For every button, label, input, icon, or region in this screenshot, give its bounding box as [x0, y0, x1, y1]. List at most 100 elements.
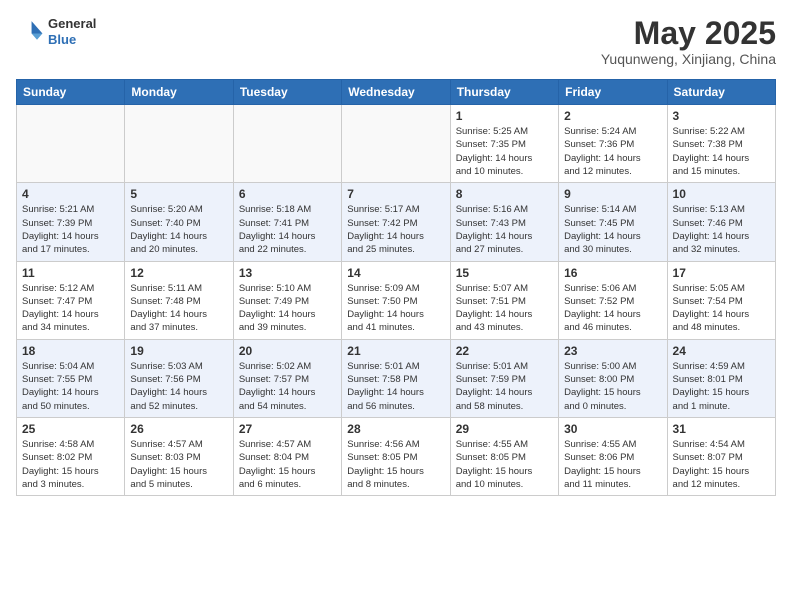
day-number: 12 [130, 266, 227, 280]
day-detail: Sunrise: 5:14 AM Sunset: 7:45 PM Dayligh… [564, 203, 661, 256]
day-cell: 28 Sunrise: 4:56 AM Sunset: 8:05 PM Dayli… [342, 417, 450, 495]
day-detail: Sunrise: 4:59 AM Sunset: 8:01 PM Dayligh… [673, 360, 770, 413]
logo-icon [16, 18, 44, 46]
title-area: May 2025 Yuqunweng, Xinjiang, China [601, 16, 776, 67]
day-detail: Sunrise: 5:01 AM Sunset: 7:58 PM Dayligh… [347, 360, 444, 413]
weekday-header-wednesday: Wednesday [342, 80, 450, 105]
weekday-header-sunday: Sunday [17, 80, 125, 105]
day-detail: Sunrise: 5:06 AM Sunset: 7:52 PM Dayligh… [564, 282, 661, 335]
logo-line2: Blue [48, 32, 96, 48]
day-detail: Sunrise: 4:57 AM Sunset: 8:04 PM Dayligh… [239, 438, 336, 491]
day-detail: Sunrise: 5:16 AM Sunset: 7:43 PM Dayligh… [456, 203, 553, 256]
day-number: 6 [239, 187, 336, 201]
day-number: 10 [673, 187, 770, 201]
day-detail: Sunrise: 5:22 AM Sunset: 7:38 PM Dayligh… [673, 125, 770, 178]
day-number: 31 [673, 422, 770, 436]
day-cell: 3 Sunrise: 5:22 AM Sunset: 7:38 PM Daylig… [667, 105, 775, 183]
day-cell: 8Sunrise: 5:16 AM Sunset: 7:43 PM Daylig… [450, 183, 558, 261]
day-detail: Sunrise: 4:54 AM Sunset: 8:07 PM Dayligh… [673, 438, 770, 491]
day-number: 28 [347, 422, 444, 436]
day-number: 14 [347, 266, 444, 280]
day-number: 29 [456, 422, 553, 436]
day-cell: 12Sunrise: 5:11 AM Sunset: 7:48 PM Dayli… [125, 261, 233, 339]
day-detail: Sunrise: 4:55 AM Sunset: 8:05 PM Dayligh… [456, 438, 553, 491]
logo-line1: General [48, 16, 96, 32]
day-cell: 4 Sunrise: 5:21 AM Sunset: 7:39 PM Daylig… [17, 183, 125, 261]
weekday-header-saturday: Saturday [667, 80, 775, 105]
day-number: 4 [22, 187, 119, 201]
day-detail: Sunrise: 5:03 AM Sunset: 7:56 PM Dayligh… [130, 360, 227, 413]
day-cell: 14 Sunrise: 5:09 AM Sunset: 7:50 PM Dayli… [342, 261, 450, 339]
day-cell: 13 Sunrise: 5:10 AM Sunset: 7:49 PM Dayli… [233, 261, 341, 339]
day-cell: 18 Sunrise: 5:04 AM Sunset: 7:55 PM Dayli… [17, 339, 125, 417]
weekday-header-row: SundayMondayTuesdayWednesdayThursdayFrid… [17, 80, 776, 105]
day-detail: Sunrise: 5:12 AM Sunset: 7:47 PM Dayligh… [22, 282, 119, 335]
day-number: 2 [564, 109, 661, 123]
day-number: 24 [673, 344, 770, 358]
day-cell: 31 Sunrise: 4:54 AM Sunset: 8:07 PM Dayli… [667, 417, 775, 495]
day-detail: Sunrise: 5:07 AM Sunset: 7:51 PM Dayligh… [456, 282, 553, 335]
day-detail: Sunrise: 5:10 AM Sunset: 7:49 PM Dayligh… [239, 282, 336, 335]
day-cell: 26Sunrise: 4:57 AM Sunset: 8:03 PM Dayli… [125, 417, 233, 495]
week-row-5: 25Sunrise: 4:58 AM Sunset: 8:02 PM Dayli… [17, 417, 776, 495]
logo-text: General Blue [48, 16, 96, 47]
day-number: 25 [22, 422, 119, 436]
day-cell [125, 105, 233, 183]
day-detail: Sunrise: 5:17 AM Sunset: 7:42 PM Dayligh… [347, 203, 444, 256]
day-number: 20 [239, 344, 336, 358]
day-number: 9 [564, 187, 661, 201]
day-detail: Sunrise: 5:09 AM Sunset: 7:50 PM Dayligh… [347, 282, 444, 335]
day-cell: 16 Sunrise: 5:06 AM Sunset: 7:52 PM Dayli… [559, 261, 667, 339]
day-cell [233, 105, 341, 183]
week-row-4: 18 Sunrise: 5:04 AM Sunset: 7:55 PM Dayli… [17, 339, 776, 417]
day-cell: 2 Sunrise: 5:24 AM Sunset: 7:36 PM Daylig… [559, 105, 667, 183]
week-row-3: 11 Sunrise: 5:12 AM Sunset: 7:47 PM Dayli… [17, 261, 776, 339]
day-detail: Sunrise: 5:24 AM Sunset: 7:36 PM Dayligh… [564, 125, 661, 178]
day-number: 17 [673, 266, 770, 280]
day-cell: 22Sunrise: 5:01 AM Sunset: 7:59 PM Dayli… [450, 339, 558, 417]
day-number: 13 [239, 266, 336, 280]
day-cell: 20 Sunrise: 5:02 AM Sunset: 7:57 PM Dayli… [233, 339, 341, 417]
day-cell: 9 Sunrise: 5:14 AM Sunset: 7:45 PM Daylig… [559, 183, 667, 261]
day-cell: 24 Sunrise: 4:59 AM Sunset: 8:01 PM Dayli… [667, 339, 775, 417]
location: Yuqunweng, Xinjiang, China [601, 51, 776, 67]
day-detail: Sunrise: 5:25 AM Sunset: 7:35 PM Dayligh… [456, 125, 553, 178]
day-cell: 11 Sunrise: 5:12 AM Sunset: 7:47 PM Dayli… [17, 261, 125, 339]
day-number: 3 [673, 109, 770, 123]
day-detail: Sunrise: 5:18 AM Sunset: 7:41 PM Dayligh… [239, 203, 336, 256]
day-number: 22 [456, 344, 553, 358]
calendar: SundayMondayTuesdayWednesdayThursdayFrid… [16, 79, 776, 496]
day-cell: 10 Sunrise: 5:13 AM Sunset: 7:46 PM Dayli… [667, 183, 775, 261]
day-detail: Sunrise: 5:02 AM Sunset: 7:57 PM Dayligh… [239, 360, 336, 413]
day-number: 15 [456, 266, 553, 280]
day-detail: Sunrise: 5:13 AM Sunset: 7:46 PM Dayligh… [673, 203, 770, 256]
day-cell: 17 Sunrise: 5:05 AM Sunset: 7:54 PM Dayli… [667, 261, 775, 339]
day-number: 23 [564, 344, 661, 358]
logo: General Blue [16, 16, 96, 47]
day-number: 1 [456, 109, 553, 123]
day-number: 19 [130, 344, 227, 358]
day-detail: Sunrise: 4:56 AM Sunset: 8:05 PM Dayligh… [347, 438, 444, 491]
day-cell [17, 105, 125, 183]
weekday-header-thursday: Thursday [450, 80, 558, 105]
day-detail: Sunrise: 5:05 AM Sunset: 7:54 PM Dayligh… [673, 282, 770, 335]
day-detail: Sunrise: 5:21 AM Sunset: 7:39 PM Dayligh… [22, 203, 119, 256]
day-cell: 19 Sunrise: 5:03 AM Sunset: 7:56 PM Dayli… [125, 339, 233, 417]
week-row-1: 1 Sunrise: 5:25 AM Sunset: 7:35 PM Daylig… [17, 105, 776, 183]
day-cell: 23Sunrise: 5:00 AM Sunset: 8:00 PM Dayli… [559, 339, 667, 417]
day-detail: Sunrise: 5:04 AM Sunset: 7:55 PM Dayligh… [22, 360, 119, 413]
day-detail: Sunrise: 4:55 AM Sunset: 8:06 PM Dayligh… [564, 438, 661, 491]
day-cell: 5Sunrise: 5:20 AM Sunset: 7:40 PM Daylig… [125, 183, 233, 261]
weekday-header-friday: Friday [559, 80, 667, 105]
day-detail: Sunrise: 4:57 AM Sunset: 8:03 PM Dayligh… [130, 438, 227, 491]
day-number: 5 [130, 187, 227, 201]
day-cell: 30Sunrise: 4:55 AM Sunset: 8:06 PM Dayli… [559, 417, 667, 495]
day-number: 16 [564, 266, 661, 280]
page-header: General Blue May 2025 Yuqunweng, Xinjian… [16, 16, 776, 67]
day-cell [342, 105, 450, 183]
day-number: 18 [22, 344, 119, 358]
day-number: 11 [22, 266, 119, 280]
day-cell: 1 Sunrise: 5:25 AM Sunset: 7:35 PM Daylig… [450, 105, 558, 183]
day-number: 21 [347, 344, 444, 358]
day-cell: 7Sunrise: 5:17 AM Sunset: 7:42 PM Daylig… [342, 183, 450, 261]
